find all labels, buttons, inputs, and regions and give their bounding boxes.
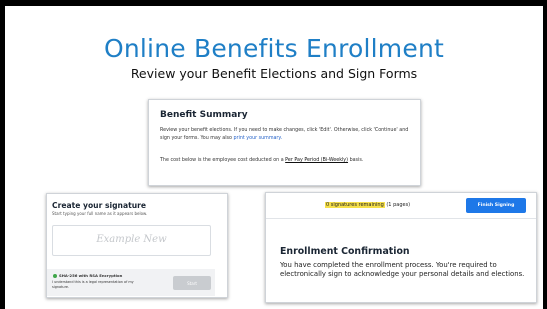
benefit-summary-heading: Benefit Summary <box>160 110 248 120</box>
benefit-summary-instructions: Review your benefit elections. If you ne… <box>160 127 410 143</box>
signature-card: Create your signature Start typing your … <box>46 193 228 298</box>
enrollment-confirmation-card: 0 signatures remaining (1 pages) Finish … <box>265 192 537 303</box>
benefit-summary-card: Benefit Summary Review your benefit elec… <box>148 99 421 186</box>
pay-period-label: Per Pay Period (Bi-Weekly) <box>285 158 349 163</box>
secure-icon <box>53 274 57 278</box>
confirmation-body: You have completed the enrollment proces… <box>280 261 525 278</box>
signatures-remaining: 0 signatures remaining (1 pages) <box>325 202 410 208</box>
confirmation-heading: Enrollment Confirmation <box>280 246 410 257</box>
signatures-remaining-count: 0 signatures remaining <box>325 202 385 208</box>
pages-note: (1 pages) <box>386 202 411 208</box>
signature-hint: Start typing your full name as it appear… <box>52 211 148 216</box>
start-button[interactable]: Start <box>173 276 211 290</box>
slide: Online Benefits Enrollment Review your B… <box>5 6 543 309</box>
instructions-text: Review your benefit elections. If you ne… <box>160 128 409 141</box>
slide-title: Online Benefits Enrollment <box>103 34 444 63</box>
signature-heading: Create your signature <box>52 201 146 210</box>
signature-placeholder: Example New <box>96 234 167 245</box>
signing-toolbar: 0 signatures remaining (1 pages) Finish … <box>266 193 536 219</box>
cost-note: The cost below is the employee cost dedu… <box>160 158 363 163</box>
cost-note-prefix: The cost below is the employee cost dedu… <box>160 158 284 163</box>
encryption-label: SHA-256 with RSA Encryption <box>59 273 123 278</box>
signature-footer: SHA-256 with RSA Encryption I understand… <box>47 269 215 296</box>
signature-input[interactable]: Example New <box>52 225 211 256</box>
legal-note: I understand this is a legal representat… <box>52 280 134 289</box>
slide-subtitle: Review your Benefit Elections and Sign F… <box>130 66 418 81</box>
cost-note-suffix: basis. <box>349 158 364 163</box>
print-summary-link[interactable]: print your summary. <box>234 136 283 141</box>
finish-signing-button[interactable]: Finish Signing <box>466 198 526 213</box>
